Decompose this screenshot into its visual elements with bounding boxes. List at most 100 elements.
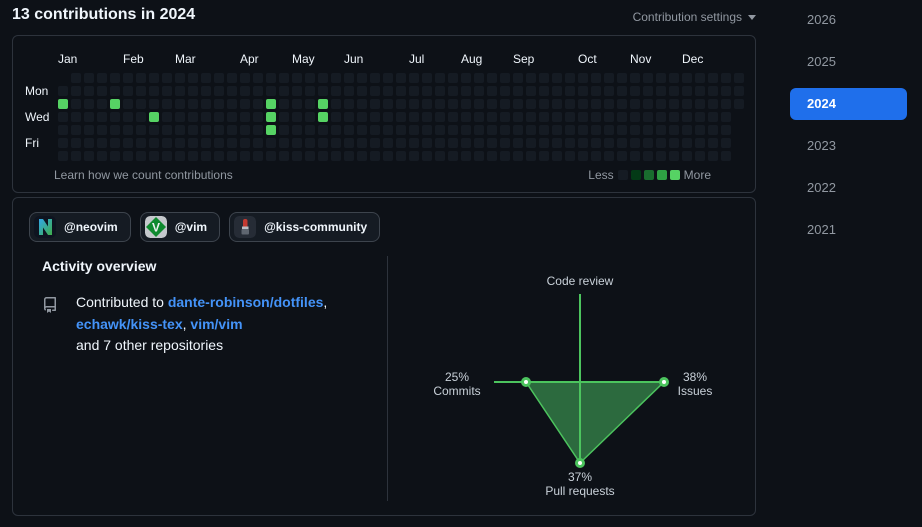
contribution-cell[interactable]	[487, 112, 497, 122]
contribution-cell[interactable]	[643, 112, 653, 122]
contribution-cell[interactable]	[422, 125, 432, 135]
contribution-cell[interactable]	[97, 151, 107, 161]
contribution-cell[interactable]	[539, 99, 549, 109]
contribution-cell[interactable]	[500, 112, 510, 122]
contribution-cell[interactable]	[422, 112, 432, 122]
contribution-cell[interactable]	[565, 138, 575, 148]
contribution-cell[interactable]	[175, 86, 185, 96]
contribution-cell[interactable]	[162, 99, 172, 109]
contribution-cell[interactable]	[136, 138, 146, 148]
contribution-cell[interactable]	[292, 99, 302, 109]
contribution-cell[interactable]	[409, 73, 419, 83]
contribution-cell[interactable]	[149, 125, 159, 135]
contribution-cell[interactable]	[149, 112, 159, 122]
contribution-cell[interactable]	[370, 73, 380, 83]
contribution-cell[interactable]	[695, 99, 705, 109]
org-badge-neovim[interactable]: @neovim	[29, 212, 131, 242]
contribution-cell[interactable]	[344, 125, 354, 135]
year-item-2026[interactable]: 2026	[790, 4, 907, 36]
contribution-cell[interactable]	[630, 125, 640, 135]
contribution-cell[interactable]	[708, 138, 718, 148]
contribution-cell[interactable]	[331, 138, 341, 148]
contribution-cell[interactable]	[656, 125, 666, 135]
contribution-cell[interactable]	[266, 86, 276, 96]
contribution-cell[interactable]	[214, 86, 224, 96]
contribution-cell[interactable]	[656, 73, 666, 83]
contribution-cell[interactable]	[188, 99, 198, 109]
contribution-cell[interactable]	[240, 112, 250, 122]
contribution-cell[interactable]	[500, 86, 510, 96]
contribution-cell[interactable]	[461, 138, 471, 148]
contribution-cell[interactable]	[227, 151, 237, 161]
contribution-cell[interactable]	[292, 138, 302, 148]
contribution-cell[interactable]	[318, 112, 328, 122]
contribution-cell[interactable]	[513, 151, 523, 161]
contribution-cell[interactable]	[370, 86, 380, 96]
contribution-cell[interactable]	[617, 112, 627, 122]
contribution-cell[interactable]	[84, 151, 94, 161]
contribution-cell[interactable]	[578, 112, 588, 122]
contribution-cell[interactable]	[513, 125, 523, 135]
contribution-cell[interactable]	[110, 151, 120, 161]
contribution-cell[interactable]	[136, 151, 146, 161]
contribution-cell[interactable]	[513, 73, 523, 83]
contribution-cell[interactable]	[201, 151, 211, 161]
contribution-cell[interactable]	[487, 138, 497, 148]
contribution-cell[interactable]	[643, 125, 653, 135]
contribution-settings-dropdown[interactable]: Contribution settings	[633, 10, 756, 24]
org-badge-kiss-community[interactable]: @kiss-community	[229, 212, 381, 242]
contribution-cell[interactable]	[539, 125, 549, 135]
contribution-cell[interactable]	[370, 112, 380, 122]
contribution-cell[interactable]	[617, 138, 627, 148]
contribution-cell[interactable]	[58, 138, 68, 148]
contribution-cell[interactable]	[435, 112, 445, 122]
contribution-cell[interactable]	[487, 99, 497, 109]
contribution-cell[interactable]	[253, 86, 263, 96]
contribution-cell[interactable]	[97, 112, 107, 122]
contribution-cell[interactable]	[513, 86, 523, 96]
contribution-cell[interactable]	[552, 125, 562, 135]
contribution-cell[interactable]	[292, 86, 302, 96]
contribution-cell[interactable]	[318, 86, 328, 96]
contribution-cell[interactable]	[552, 86, 562, 96]
contribution-cell[interactable]	[227, 86, 237, 96]
repo-link-vim-vim[interactable]: vim/vim	[190, 316, 242, 332]
contribution-cell[interactable]	[682, 112, 692, 122]
contribution-cell[interactable]	[123, 112, 133, 122]
contribution-cell[interactable]	[630, 151, 640, 161]
contribution-cell[interactable]	[58, 86, 68, 96]
contribution-cell[interactable]	[682, 138, 692, 148]
contribution-cell[interactable]	[656, 112, 666, 122]
contribution-cell[interactable]	[162, 112, 172, 122]
contribution-cell[interactable]	[58, 151, 68, 161]
contribution-cell[interactable]	[331, 151, 341, 161]
contribution-cell[interactable]	[435, 138, 445, 148]
contribution-cell[interactable]	[149, 73, 159, 83]
contribution-cell[interactable]	[344, 99, 354, 109]
contribution-cell[interactable]	[682, 151, 692, 161]
contribution-cell[interactable]	[240, 86, 250, 96]
contribution-cell[interactable]	[344, 86, 354, 96]
contribution-cell[interactable]	[110, 138, 120, 148]
contribution-cell[interactable]	[292, 125, 302, 135]
contribution-cell[interactable]	[643, 99, 653, 109]
contribution-cell[interactable]	[188, 125, 198, 135]
year-item-2025[interactable]: 2025	[790, 46, 907, 78]
contribution-cell[interactable]	[149, 138, 159, 148]
contribution-cell[interactable]	[110, 125, 120, 135]
contribution-cell[interactable]	[643, 138, 653, 148]
contribution-cell[interactable]	[396, 125, 406, 135]
contribution-cell[interactable]	[253, 73, 263, 83]
contribution-cell[interactable]	[500, 138, 510, 148]
contribution-cell[interactable]	[279, 125, 289, 135]
repo-link-dante-robinson-dotfiles[interactable]: dante-robinson/dotfiles	[168, 294, 324, 310]
contribution-cell[interactable]	[591, 151, 601, 161]
contribution-cell[interactable]	[253, 112, 263, 122]
contribution-cell[interactable]	[266, 112, 276, 122]
contribution-cell[interactable]	[604, 99, 614, 109]
contribution-cell[interactable]	[721, 125, 731, 135]
contribution-cell[interactable]	[214, 73, 224, 83]
contribution-cell[interactable]	[162, 138, 172, 148]
contribution-cell[interactable]	[448, 138, 458, 148]
contribution-cell[interactable]	[357, 73, 367, 83]
